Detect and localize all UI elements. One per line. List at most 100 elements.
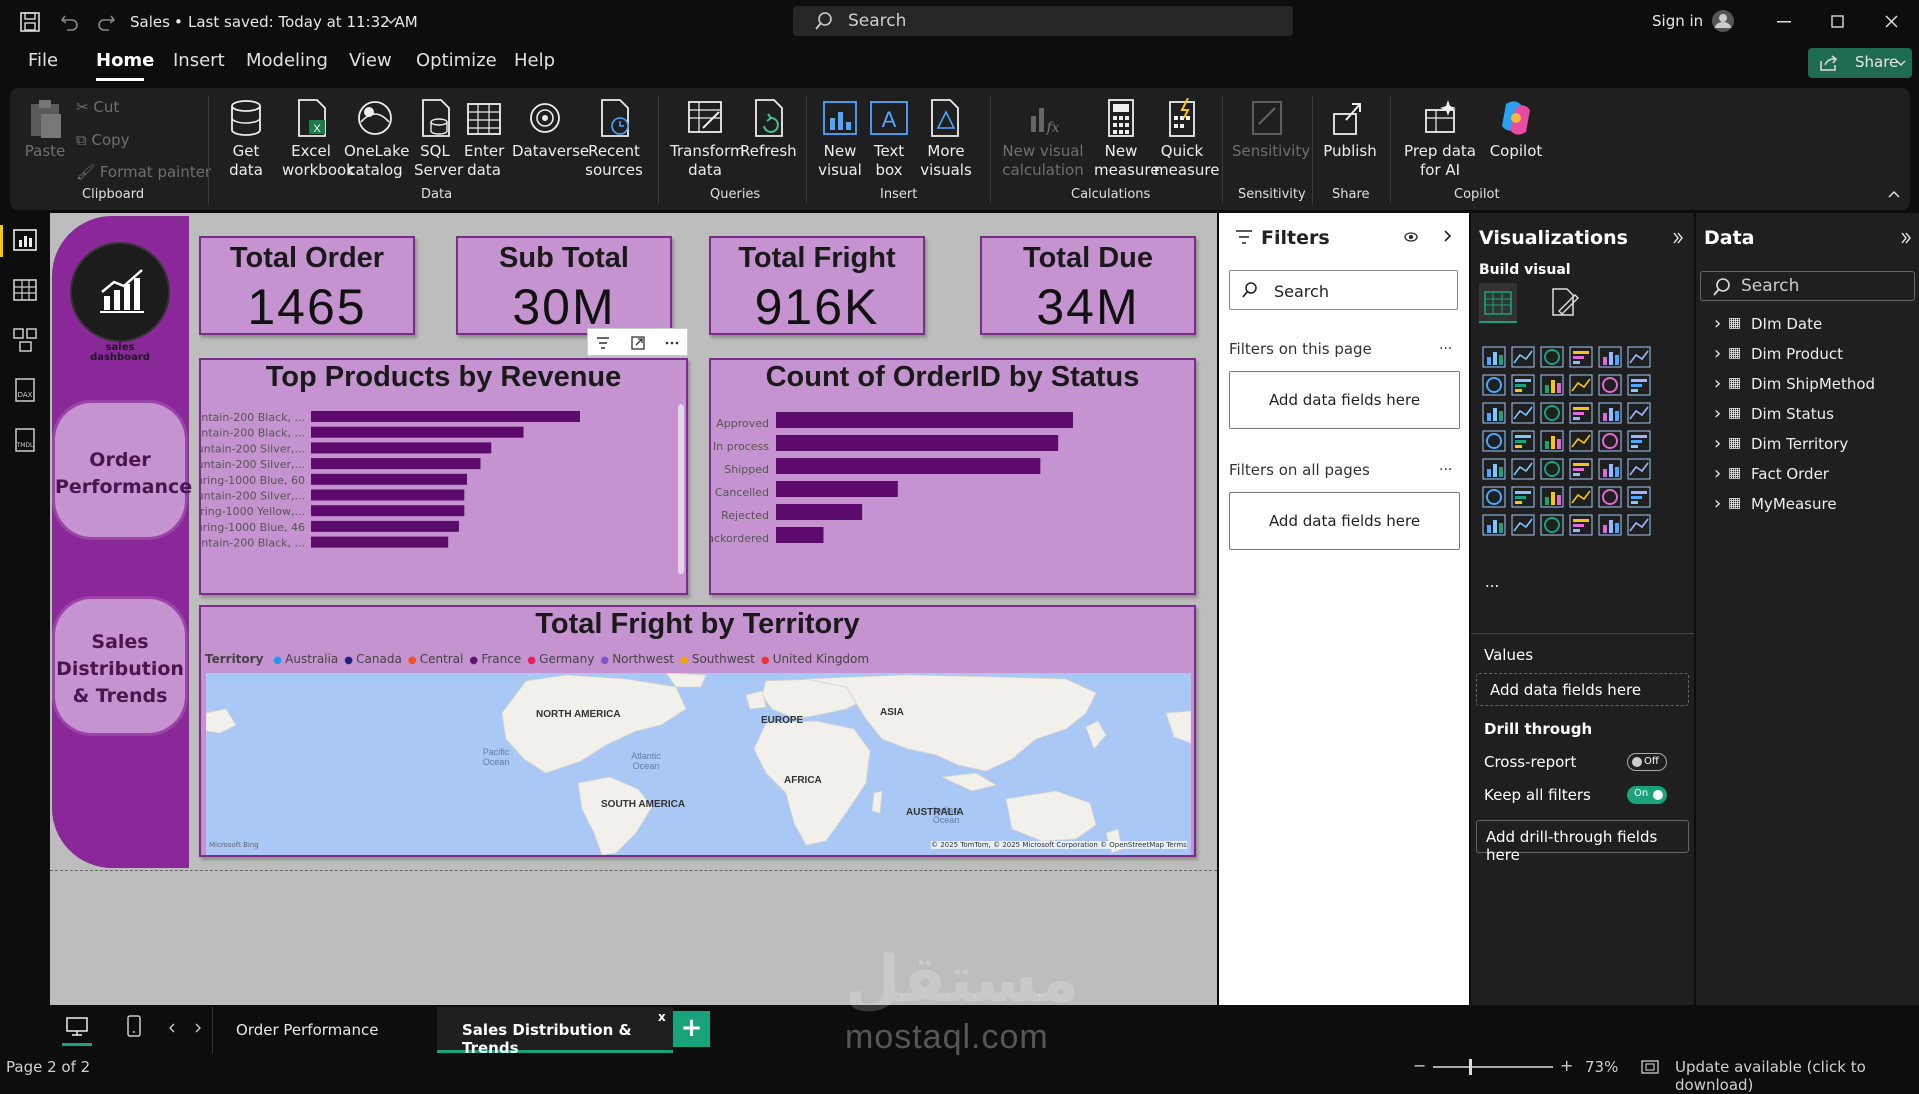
zoom-slider[interactable] bbox=[1433, 1066, 1553, 1068]
build-visual-tab[interactable] bbox=[1479, 283, 1517, 323]
filter-icon[interactable] bbox=[595, 335, 611, 351]
visual-type-icon[interactable] bbox=[1540, 346, 1564, 368]
dax-query-view-icon[interactable]: DAX bbox=[12, 377, 38, 403]
visual-type-icon[interactable] bbox=[1627, 430, 1651, 452]
visual-type-icon[interactable] bbox=[1540, 514, 1564, 536]
bar[interactable] bbox=[311, 442, 492, 454]
model-view-icon[interactable] bbox=[12, 327, 38, 353]
kpi-card-total-due[interactable]: Total Due 34M bbox=[980, 236, 1196, 335]
visual-type-icon[interactable] bbox=[1598, 486, 1622, 508]
chevron-down-icon[interactable] bbox=[385, 16, 397, 26]
visual-type-icon[interactable] bbox=[1511, 346, 1535, 368]
nav-order-performance-button[interactable]: Order Performance bbox=[52, 400, 192, 540]
paste-button[interactable]: Paste bbox=[22, 98, 68, 161]
visual-type-icon[interactable] bbox=[1482, 486, 1506, 508]
data-search-input[interactable]: Search bbox=[1700, 271, 1915, 301]
visual-type-icon[interactable] bbox=[1598, 374, 1622, 396]
visual-type-icon[interactable] bbox=[1511, 458, 1535, 480]
cross-report-toggle[interactable]: Off bbox=[1627, 753, 1667, 771]
maximize-icon[interactable] bbox=[1831, 15, 1844, 28]
chart-scrollbar[interactable] bbox=[678, 404, 684, 574]
bar[interactable] bbox=[311, 536, 449, 548]
visual-type-icon[interactable] bbox=[1511, 402, 1535, 424]
visual-type-icon[interactable] bbox=[1627, 402, 1651, 424]
new-visual-calculation-button[interactable]: fx New visual calculation bbox=[998, 98, 1088, 180]
legend-item[interactable]: ● United Kingdom bbox=[761, 652, 869, 666]
bar[interactable] bbox=[311, 489, 465, 501]
eye-icon[interactable] bbox=[1404, 231, 1418, 243]
bar[interactable] bbox=[311, 505, 465, 517]
visual-type-icon[interactable] bbox=[1627, 514, 1651, 536]
prep-data-for-ai-button[interactable]: Prep data for AI bbox=[1396, 98, 1484, 180]
bar[interactable] bbox=[776, 527, 824, 543]
new-visual-button[interactable]: New visual bbox=[816, 98, 864, 180]
visual-type-icon[interactable] bbox=[1569, 430, 1593, 452]
fit-to-page-icon[interactable] bbox=[1641, 1060, 1659, 1074]
onelake-catalog-button[interactable]: OneLake catalog bbox=[344, 98, 409, 180]
quick-measure-button[interactable]: Quick measure bbox=[1154, 98, 1219, 180]
collapse-filters-icon[interactable] bbox=[1443, 230, 1453, 242]
more-visuals-button[interactable]: More visuals bbox=[914, 98, 978, 180]
bar[interactable] bbox=[776, 504, 863, 520]
update-available-link[interactable]: Update available (click to download) bbox=[1675, 1058, 1919, 1094]
legend-item[interactable]: ● Southwest bbox=[680, 652, 755, 666]
more-options-icon[interactable] bbox=[664, 335, 680, 351]
visual-type-icon[interactable] bbox=[1598, 402, 1622, 424]
new-measure-button[interactable]: New measure bbox=[1094, 98, 1159, 180]
menu-view[interactable]: View bbox=[349, 50, 392, 71]
visual-type-icon[interactable] bbox=[1511, 486, 1535, 508]
minimize-icon[interactable] bbox=[1777, 21, 1791, 23]
legend-item[interactable]: ● Northwest bbox=[600, 652, 674, 666]
tmdl-view-icon[interactable]: TMDL bbox=[12, 427, 38, 453]
visual-type-icon[interactable] bbox=[1482, 514, 1506, 536]
zoom-slider-thumb[interactable] bbox=[1469, 1059, 1472, 1075]
visual-type-icon[interactable] bbox=[1598, 430, 1622, 452]
previous-page-icon[interactable] bbox=[168, 1023, 176, 1033]
dataverse-button[interactable]: Dataverse bbox=[512, 98, 589, 161]
add-page-button[interactable]: + bbox=[673, 1011, 710, 1047]
undo-icon[interactable] bbox=[60, 12, 80, 32]
next-page-icon[interactable] bbox=[194, 1023, 202, 1033]
bar[interactable] bbox=[311, 426, 524, 438]
publish-button[interactable]: Publish bbox=[1322, 98, 1378, 161]
menu-home[interactable]: Home bbox=[96, 50, 154, 71]
map-total-fright[interactable]: Total Fright by Territory Territory ● Au… bbox=[199, 605, 1196, 857]
data-table-item[interactable]: › ▦ Dim Status bbox=[1714, 403, 1914, 429]
visual-type-icon[interactable] bbox=[1540, 374, 1564, 396]
close-icon[interactable] bbox=[1885, 15, 1898, 28]
menu-insert[interactable]: Insert bbox=[173, 50, 225, 71]
legend-item[interactable]: ● Central bbox=[408, 652, 464, 666]
legend-item[interactable]: ● Germany bbox=[527, 652, 594, 666]
cut-button[interactable]: ✂ Cut bbox=[76, 98, 119, 117]
visual-type-gallery[interactable] bbox=[1479, 343, 1679, 563]
visual-type-icon[interactable] bbox=[1569, 402, 1593, 424]
menu-optimize[interactable]: Optimize bbox=[416, 50, 497, 71]
visual-type-icon[interactable] bbox=[1540, 430, 1564, 452]
visual-type-icon[interactable] bbox=[1540, 458, 1564, 480]
zoom-out-button[interactable]: − bbox=[1413, 1056, 1426, 1075]
collapse-visualizations-icon[interactable] bbox=[1673, 232, 1683, 244]
keep-all-filters-toggle[interactable]: On bbox=[1627, 786, 1667, 804]
bar[interactable] bbox=[776, 435, 1059, 451]
chart-top-products[interactable]: Top Products by Revenue Mountain-200 Bla… bbox=[199, 358, 688, 595]
drill-through-drop-zone[interactable]: Add drill-through fields here bbox=[1476, 820, 1689, 864]
avatar-icon[interactable] bbox=[1711, 9, 1735, 33]
visual-type-icon[interactable] bbox=[1598, 458, 1622, 480]
data-table-item[interactable]: › ▦ Dim ShipMethod bbox=[1714, 373, 1914, 399]
menu-help[interactable]: Help bbox=[514, 50, 555, 71]
data-table-item[interactable]: › ▦ Dim Product bbox=[1714, 343, 1914, 369]
kpi-card-sub-total[interactable]: Sub Total 30M bbox=[456, 236, 672, 335]
collapse-ribbon-icon[interactable] bbox=[1888, 190, 1900, 198]
visual-type-icon[interactable] bbox=[1627, 374, 1651, 396]
zoom-in-button[interactable]: + bbox=[1560, 1056, 1573, 1075]
file-name[interactable]: Sales bbox=[130, 13, 170, 31]
get-data-button[interactable]: Get data bbox=[220, 98, 272, 180]
excel-workbook-button[interactable]: X Excel workbook bbox=[282, 98, 355, 180]
bar[interactable] bbox=[311, 411, 580, 422]
visual-type-icon[interactable] bbox=[1540, 486, 1564, 508]
data-table-item[interactable]: › ▦ Fact Order bbox=[1714, 463, 1914, 489]
menu-modeling[interactable]: Modeling bbox=[246, 50, 328, 71]
data-table-item[interactable]: › ▦ DIm Date bbox=[1714, 313, 1914, 339]
sensitivity-button[interactable]: Sensitivity bbox=[1232, 98, 1310, 161]
visual-type-icon[interactable] bbox=[1511, 374, 1535, 396]
